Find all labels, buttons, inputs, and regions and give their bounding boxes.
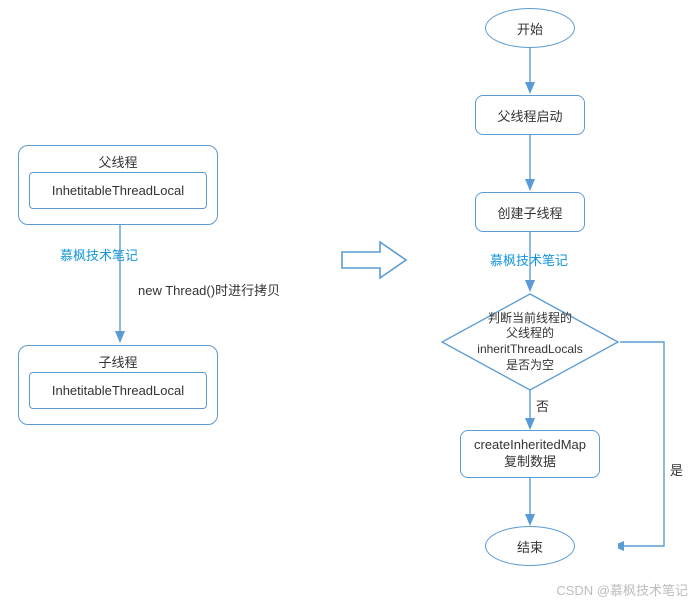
child-thread-title: 子线程 (19, 352, 217, 371)
terminator-end: 结束 (485, 526, 575, 566)
parent-thread-box: 父线程 InhetitableThreadLocal (18, 145, 218, 225)
arrow-decision-no (520, 390, 540, 432)
arrow-createmap-to-end (520, 478, 540, 528)
arrow-parentstart-to-createchild (520, 135, 540, 193)
child-thread-inner: InhetitableThreadLocal (29, 372, 207, 409)
create-child-label: 创建子线程 (497, 203, 562, 222)
end-label: 结束 (517, 537, 543, 556)
arrow-start-to-parentstart (520, 48, 540, 96)
decision-inherit-null: 判断当前线程的 父线程的inheritThreadLocals 是否为空 (440, 292, 620, 392)
big-arrow-icon (340, 238, 410, 282)
copy-label: new Thread()时进行拷贝 (138, 280, 280, 299)
create-map-label: createInheritedMap 复制数据 (474, 437, 586, 471)
parent-thread-title: 父线程 (19, 152, 217, 171)
decision-label: 判断当前线程的 父线程的inheritThreadLocals 是否为空 (440, 292, 620, 392)
terminator-start: 开始 (485, 8, 575, 48)
arrow-parent-to-child (110, 225, 130, 345)
arrow-decision-yes (618, 336, 688, 556)
parent-thread-inner: InhetitableThreadLocal (29, 172, 207, 209)
parent-start-label: 父线程启动 (497, 106, 562, 125)
child-thread-box: 子线程 InhetitableThreadLocal (18, 345, 218, 425)
process-parent-start: 父线程启动 (475, 95, 585, 135)
arrow-createchild-to-decision (520, 232, 540, 294)
process-create-inherited-map: createInheritedMap 复制数据 (460, 430, 600, 478)
footer-watermark: CSDN @慕枫技术笔记 (556, 580, 688, 599)
start-label: 开始 (517, 19, 543, 38)
process-create-child: 创建子线程 (475, 192, 585, 232)
